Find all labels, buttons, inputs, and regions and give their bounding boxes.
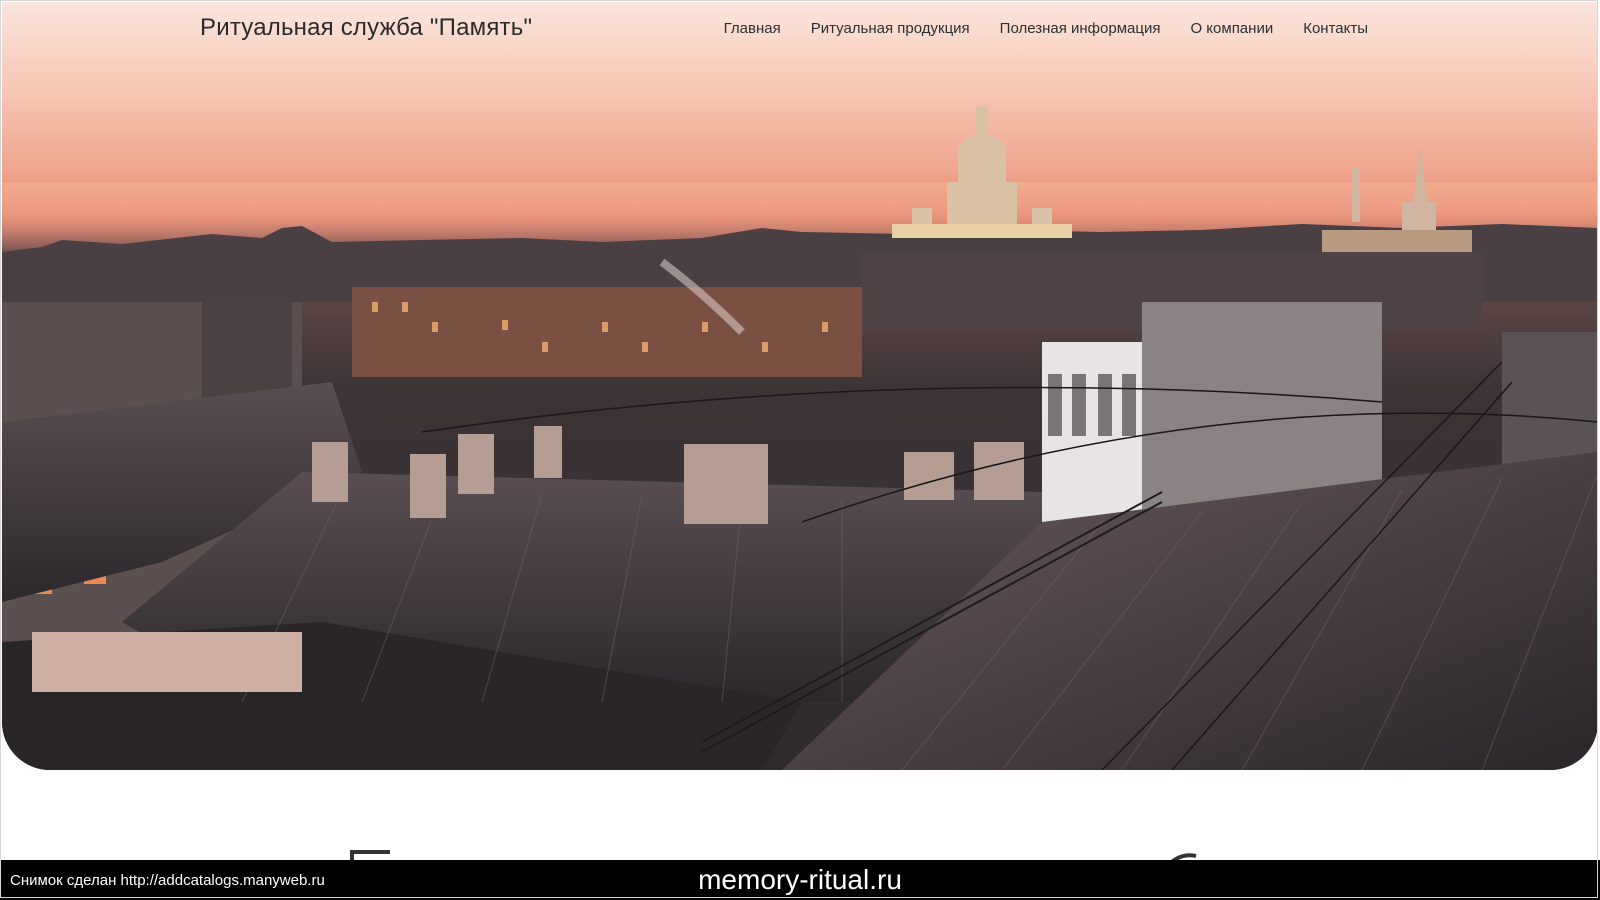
site-title[interactable]: Ритуальная служба "Память": [200, 14, 532, 42]
caption-domain: memory-ritual.ru: [698, 864, 902, 895]
nav-item-home[interactable]: Главная: [724, 20, 781, 37]
nav-item-contacts[interactable]: Контакты: [1303, 20, 1368, 37]
screenshot-caption-bar: Снимок сделан http://addcatalogs.manyweb…: [0, 860, 1600, 900]
nav-item-useful-info[interactable]: Полезная информация: [1000, 20, 1161, 37]
hero-image: [2, 2, 1598, 770]
main-nav: Главная Ритуальная продукция Полезная ин…: [724, 20, 1368, 37]
nav-item-about[interactable]: О компании: [1190, 20, 1273, 37]
rooftops-illustration: [2, 106, 1598, 770]
nav-item-products[interactable]: Ритуальная продукция: [811, 20, 970, 37]
cathedral-dome: [892, 106, 1072, 238]
